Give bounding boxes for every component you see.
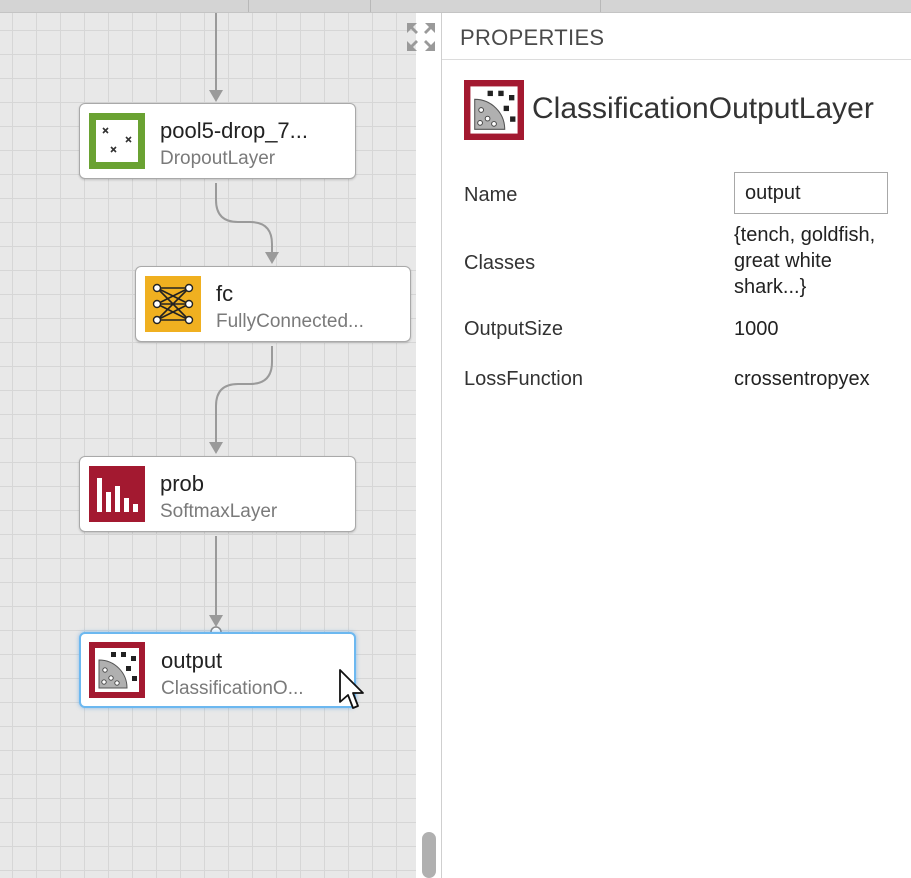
properties-header: PROPERTIES [442,12,911,60]
layer-name: output [161,648,223,673]
properties-panel: PROPERTIES ClassificationOutputLayer Nam… [442,12,911,878]
edge-dropout-fc [215,183,273,256]
classes-label: Classes [464,252,536,274]
network-canvas[interactable]: pool5-drop_7... DropoutLayer fc FullyCon… [0,0,416,878]
mouse-pointer-icon [339,669,364,709]
output-size-label: OutputSize [464,318,563,340]
name-field[interactable] [734,172,888,214]
layer-name: prob [160,471,205,496]
classification-icon [89,642,145,698]
top-toolbar-strip [0,0,911,13]
layer-node-fc[interactable]: fc FullyConnected... [135,266,411,342]
layer-name: fc [216,281,234,306]
layer-type: SoftmaxLayer [160,501,278,522]
canvas-scrollbar-thumb[interactable] [422,832,436,878]
selected-layer-type: ClassificationOutputLayer [532,92,874,125]
loss-function-label: LossFunction [464,368,583,390]
output-size-value: 1000 [734,318,779,340]
name-label: Name [464,184,518,206]
layer-node-output[interactable]: output ClassificationO... [79,632,356,708]
properties-title: PROPERTIES [460,25,605,50]
classes-value: {tench, goldfish, great white shark...} [734,224,876,298]
layer-node-dropout[interactable]: pool5-drop_7... DropoutLayer [79,103,356,179]
layer-name: pool5-drop_7... [160,118,308,143]
layer-type: DropoutLayer [160,148,276,169]
fully-connected-icon [145,276,201,332]
layer-node-softmax[interactable]: prob SoftmaxLayer [79,456,356,532]
layer-type: ClassificationO... [161,678,304,699]
softmax-icon [89,466,145,522]
panel-divider[interactable] [416,0,442,878]
expand-icon[interactable] [404,20,438,54]
dropout-icon [89,113,145,169]
edge-fc-prob [215,346,273,446]
loss-function-value: crossentropyex [734,368,870,390]
classification-icon [464,80,524,140]
layer-type: FullyConnected... [216,311,364,332]
